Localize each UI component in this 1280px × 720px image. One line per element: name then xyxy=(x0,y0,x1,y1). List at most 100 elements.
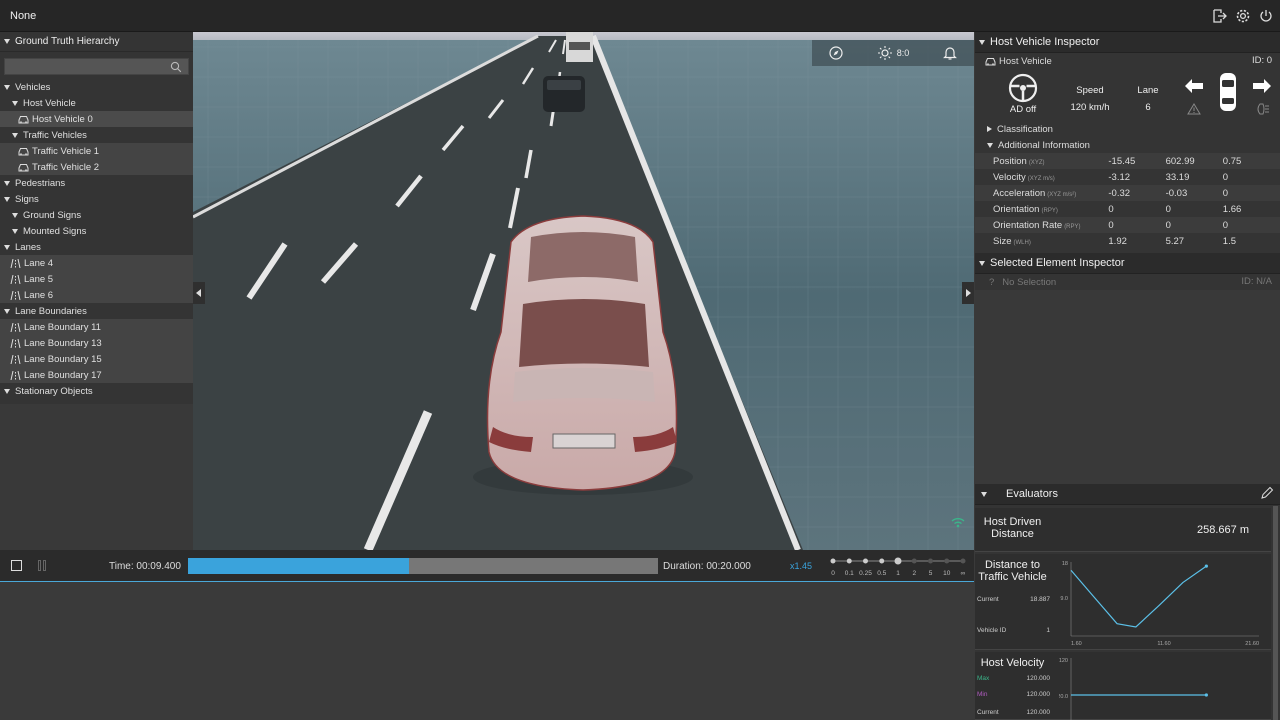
tree-item[interactable]: Lane 4 xyxy=(0,255,193,271)
tree-item[interactable]: Host Vehicle 0 xyxy=(0,111,193,127)
collapse-triangle-icon xyxy=(979,39,985,45)
app-title: None xyxy=(10,10,37,22)
power-icon[interactable] xyxy=(1257,7,1274,24)
lane-change-right-button[interactable] xyxy=(1253,79,1271,96)
speed-tick[interactable] xyxy=(846,558,852,564)
collapse-triangle-icon[interactable] xyxy=(12,132,18,138)
gear-icon[interactable] xyxy=(1234,7,1251,24)
speed-tick[interactable] xyxy=(879,558,885,564)
ad-status[interactable]: AD off xyxy=(1003,73,1043,115)
tree-item[interactable]: Lane 5 xyxy=(0,271,193,287)
pause-button[interactable] xyxy=(38,560,48,571)
evaluators-scrollbar[interactable] xyxy=(1273,506,1278,720)
collapse-left-panel-button[interactable] xyxy=(193,282,205,304)
progress-bar[interactable] xyxy=(188,558,658,574)
host-vehicle-id: ID: 0 xyxy=(1251,55,1272,66)
collapse-triangle-icon[interactable] xyxy=(4,196,10,202)
stop-button[interactable] xyxy=(11,560,22,571)
lighting-tool[interactable]: 8:0 xyxy=(877,45,909,61)
bell-icon[interactable] xyxy=(942,45,958,61)
speed-value: 120 km/h xyxy=(1070,102,1110,113)
tree-item[interactable]: Ground Signs xyxy=(0,207,193,223)
edit-icon[interactable] xyxy=(1260,486,1274,503)
hierarchy-tree: Vehicles Host Vehicle Host Vehicle 0 Traffi… xyxy=(0,79,193,399)
tree-item[interactable]: Lane Boundary 11 xyxy=(0,319,193,335)
speed-tick[interactable] xyxy=(830,558,836,564)
speed-tick[interactable] xyxy=(944,558,950,564)
info-value: 0 xyxy=(1222,219,1229,231)
additional-info-row[interactable]: Additional Information xyxy=(975,137,1280,153)
collapse-triangle-icon[interactable] xyxy=(12,212,18,218)
tree-item[interactable]: Lane Boundaries xyxy=(0,303,193,319)
speed-tick[interactable] xyxy=(863,558,868,564)
ground-truth-header[interactable]: Ground Truth Hierarchy xyxy=(0,32,193,52)
collapse-triangle-icon[interactable] xyxy=(12,228,18,234)
exit-icon[interactable] xyxy=(1211,7,1228,24)
lane-change-left-button[interactable] xyxy=(1185,79,1203,96)
info-value: -0.03 xyxy=(1165,187,1188,199)
tree-item[interactable]: Lanes xyxy=(0,239,193,255)
tree-item-label: Mounted Signs xyxy=(23,225,87,237)
tree-item[interactable]: Vehicles xyxy=(0,79,193,95)
classification-row[interactable]: Classification xyxy=(975,121,1280,137)
sun-icon[interactable] xyxy=(877,45,893,61)
tree-item[interactable]: Traffic Vehicle 1 xyxy=(0,143,193,159)
info-label-text: Orientation xyxy=(993,203,1040,215)
tree-item[interactable]: Host Vehicle xyxy=(0,95,193,111)
host-inspector-title: Host Vehicle Inspector xyxy=(990,36,1100,48)
current-value: 120.000 xyxy=(1026,709,1051,716)
tree-item[interactable]: Mounted Signs xyxy=(0,223,193,239)
lane-icon xyxy=(10,338,21,348)
camera-tool[interactable] xyxy=(828,45,844,61)
lane-icon xyxy=(10,322,21,332)
tree-item[interactable]: Lane Boundary 15 xyxy=(0,351,193,367)
collapse-triangle-icon[interactable] xyxy=(4,244,10,250)
tree-item[interactable]: Lane 6 xyxy=(0,287,193,303)
collapse-right-panel-button[interactable] xyxy=(962,282,974,304)
collapse-triangle-icon[interactable] xyxy=(12,100,18,106)
info-label-unit: (XYZ m/s) xyxy=(1027,175,1055,182)
connection-icon xyxy=(950,516,966,528)
speed-slider[interactable]: 0 0.1 0.25 0.5 1 2 5 10 ∞ xyxy=(828,555,968,579)
speed-tick[interactable] xyxy=(928,558,933,564)
tree-item[interactable]: Traffic Vehicles xyxy=(0,127,193,143)
speed-tick[interactable] xyxy=(894,557,902,565)
info-value: 0 xyxy=(1165,203,1171,215)
info-value: 5.27 xyxy=(1165,235,1185,247)
info-label-unit: (RPY) xyxy=(1064,223,1081,230)
top-bar: None xyxy=(0,0,1280,32)
tree-item[interactable]: Signs xyxy=(0,191,193,207)
3d-viewport[interactable]: 8:0 xyxy=(193,32,974,550)
playback-speed: x1.45 xyxy=(790,561,813,571)
evaluators-header[interactable]: Evaluators xyxy=(975,484,1280,505)
collapse-triangle-icon[interactable] xyxy=(4,308,10,314)
selected-inspector-header[interactable]: Selected Element Inspector xyxy=(975,253,1280,274)
compass-icon[interactable] xyxy=(828,45,844,61)
speed-tick[interactable] xyxy=(960,558,966,564)
tick-label: 120 xyxy=(1059,658,1068,664)
search-icon[interactable] xyxy=(170,61,182,76)
info-label: Size (WLH) xyxy=(975,236,1108,247)
info-label-text: Acceleration xyxy=(993,187,1046,199)
host-inspector-header[interactable]: Host Vehicle Inspector xyxy=(975,32,1280,53)
hierarchy-search[interactable] xyxy=(4,58,189,75)
alert-tool[interactable] xyxy=(942,45,958,61)
hierarchy-search-input[interactable] xyxy=(5,59,188,74)
tree-item[interactable]: Lane Boundary 17 xyxy=(0,367,193,383)
tree-item[interactable]: Lane Boundary 13 xyxy=(0,335,193,351)
scene-render[interactable] xyxy=(193,32,974,550)
tree-item[interactable]: Stationary Objects xyxy=(0,383,193,399)
collapse-triangle-icon[interactable] xyxy=(4,388,10,394)
no-selection-label: No Selection xyxy=(1002,276,1057,288)
tree-item-label: Pedestrians xyxy=(15,177,66,189)
tick-label: 1.60 xyxy=(1071,641,1082,647)
collapse-triangle-icon[interactable] xyxy=(4,84,10,90)
selected-id: ID: N/A xyxy=(1241,276,1272,287)
tree-item[interactable]: Pedestrians xyxy=(0,175,193,191)
speed-tick[interactable] xyxy=(911,558,917,564)
tree-item[interactable]: Traffic Vehicle 2 xyxy=(0,159,193,175)
collapse-triangle-icon[interactable] xyxy=(4,180,10,186)
lane-cell: Lane 6 xyxy=(1130,85,1166,113)
hierarchy-empty-area xyxy=(0,404,193,550)
ad-label: AD off xyxy=(1009,104,1037,115)
